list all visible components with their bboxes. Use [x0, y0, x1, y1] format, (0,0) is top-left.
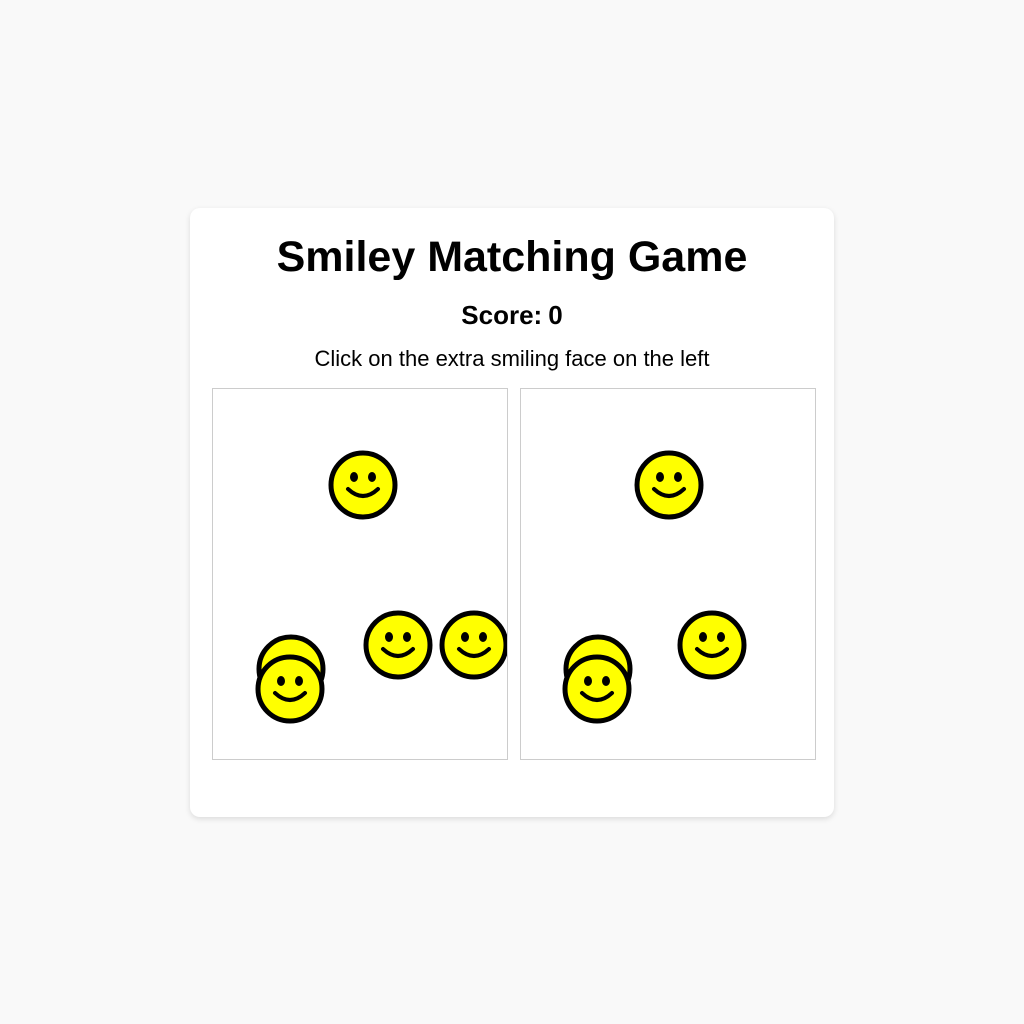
smiley-face-icon[interactable] — [561, 653, 633, 725]
smiley-face-icon[interactable] — [327, 449, 399, 521]
smiley-face-icon[interactable] — [633, 449, 705, 521]
smiley-face-icon[interactable] — [254, 653, 326, 725]
right-panel — [520, 388, 816, 760]
game-title: Smiley Matching Game — [276, 233, 748, 281]
score-label: Score: — [461, 300, 543, 330]
smiley-face-icon[interactable] — [362, 609, 434, 681]
instruction-text: Click on the extra smiling face on the l… — [314, 346, 710, 371]
smiley-face-icon[interactable] — [676, 609, 748, 681]
score-value: 0 — [548, 300, 563, 330]
score-display: Score: 0 — [190, 302, 834, 328]
game-card: Smiley Matching Game Score: 0 Click on th… — [190, 208, 834, 817]
left-panel — [212, 388, 508, 760]
smiley-face-icon[interactable] — [438, 609, 507, 681]
